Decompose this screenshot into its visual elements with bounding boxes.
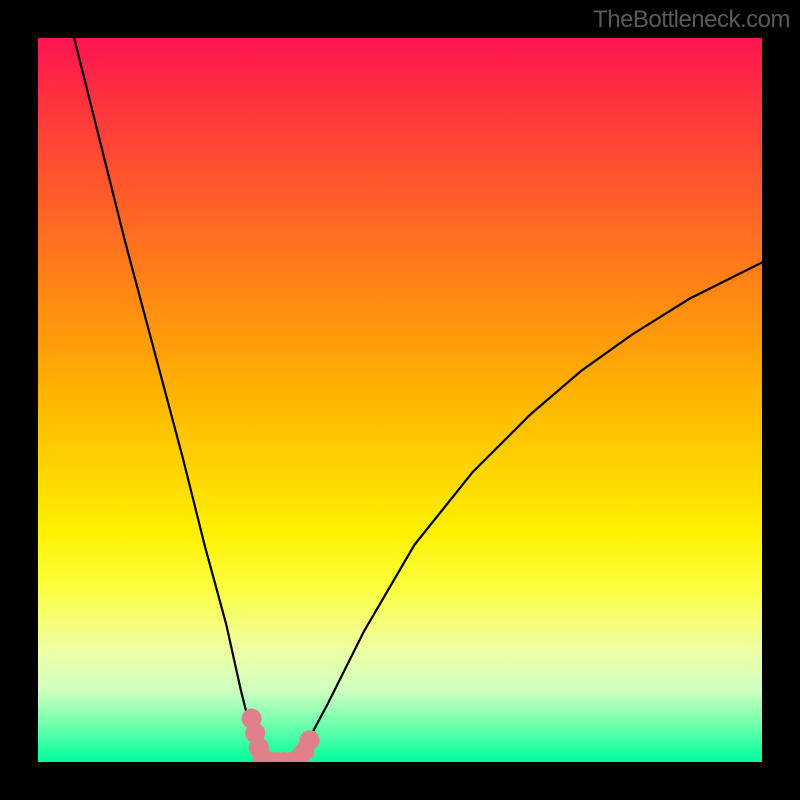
watermark-text: TheBottleneck.com: [593, 6, 790, 34]
marker-group: [242, 709, 320, 762]
marker-svg: [38, 38, 762, 762]
chart-container: TheBottleneck.com: [0, 0, 800, 800]
data-marker: [300, 730, 320, 750]
